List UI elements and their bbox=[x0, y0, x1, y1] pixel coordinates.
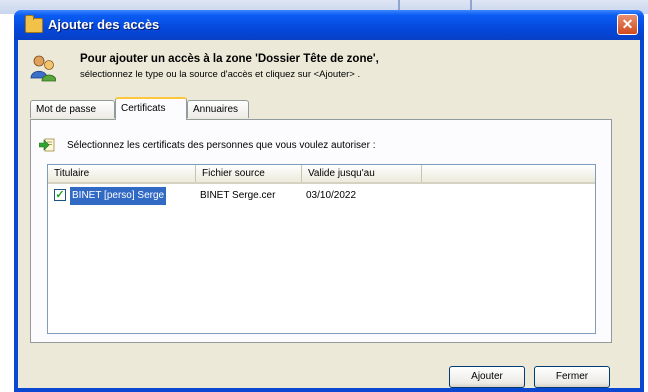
tab-annuaires[interactable]: Annuaires bbox=[187, 100, 249, 118]
dialog-client-area: Pour ajouter un accès à la zone 'Dossier… bbox=[18, 40, 640, 388]
cell-fichier-source: BINET Serge.cer bbox=[200, 190, 276, 201]
column-header-titulaire[interactable]: Titulaire bbox=[48, 165, 196, 182]
certificats-panel: Sélectionnez les certificats des personn… bbox=[30, 119, 612, 343]
list-header: Titulaire Fichier source Valide jusqu'au bbox=[48, 165, 595, 184]
cell-valide-jusqu-au: 03/10/2022 bbox=[306, 190, 357, 201]
certificate-list[interactable]: Titulaire Fichier source Valide jusqu'au… bbox=[47, 164, 596, 334]
users-icon bbox=[30, 55, 56, 82]
column-header-valide-jusqu-au[interactable]: Valide jusqu'au bbox=[302, 165, 422, 182]
header-subtitle: sélectionnez le type ou la source d'accè… bbox=[80, 69, 361, 80]
row-checkbox[interactable]: ✓ bbox=[54, 189, 66, 201]
table-row[interactable]: ✓ BINET [perso] Serge BINET Serge.cer 03… bbox=[48, 187, 595, 205]
folder-icon bbox=[25, 15, 43, 33]
header-title: Pour ajouter un accès à la zone 'Dossier… bbox=[80, 53, 379, 65]
cell-titulaire: BINET [perso] Serge bbox=[70, 187, 167, 205]
title-bar[interactable]: Ajouter des accès ✕ bbox=[14, 10, 644, 40]
window-title: Ajouter des accès bbox=[48, 17, 160, 32]
tab-certificats[interactable]: Certificats bbox=[115, 97, 187, 120]
instruction-text: Sélectionnez les certificats des personn… bbox=[67, 140, 376, 151]
close-button[interactable]: ✕ bbox=[617, 14, 638, 35]
close-icon: ✕ bbox=[621, 16, 634, 32]
close-dialog-button[interactable]: Fermer bbox=[534, 366, 610, 388]
arrow-certificate-icon bbox=[39, 138, 55, 152]
dialog-window: Ajouter des accès ✕ Pour ajouter un accè… bbox=[14, 10, 644, 392]
column-header-fichier-source[interactable]: Fichier source bbox=[196, 165, 302, 182]
add-button[interactable]: Ajouter bbox=[449, 366, 525, 388]
tab-mot-de-passe[interactable]: Mot de passe bbox=[30, 100, 115, 118]
